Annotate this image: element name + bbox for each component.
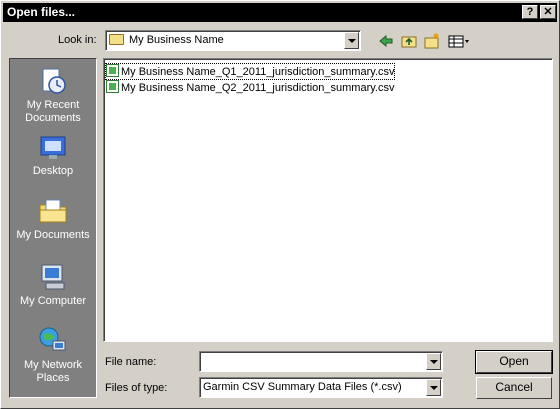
place-label: Documents [25,112,81,124]
my-documents-icon [39,199,67,223]
place-label: Places [36,372,70,384]
view-menu-icon[interactable] [447,32,471,50]
my-computer-icon [41,264,65,290]
places-bar: My Recent Documents Desktop My Documents [9,58,97,398]
close-button[interactable]: ✕ [540,5,556,19]
chevron-down-icon[interactable] [426,353,441,370]
desktop-icon [40,136,66,159]
file-name: My Business Name_Q2_2011_jurisdiction_su… [121,82,395,94]
recent-documents-icon [42,68,66,94]
look-in-value: My Business Name [129,34,224,46]
back-arrow-icon[interactable] [377,32,395,50]
files-of-type-label: Files of type: [105,382,168,394]
file-list[interactable]: My Business Name_Q1_2011_jurisdiction_su… [103,58,553,342]
place-my-documents[interactable]: My Documents [10,195,96,242]
title-bar: Open files... ? ✕ [3,3,557,22]
place-label: My Recent [26,99,80,111]
place-label: My Network [23,359,83,371]
files-of-type-value: Garmin CSV Summary Data Files (*.csv) [203,381,402,393]
look-in-label: Look in: [58,34,97,46]
csv-file-icon [106,80,119,93]
dialog-title: Open files... [7,5,76,19]
place-my-network-places[interactable]: My Network Places [10,325,96,385]
network-places-icon [39,327,66,351]
file-item[interactable]: My Business Name_Q2_2011_jurisdiction_su… [106,80,394,95]
place-label: My Documents [16,229,90,241]
place-label: Desktop [32,165,74,177]
up-folder-icon[interactable] [400,32,418,50]
place-my-computer[interactable]: My Computer [10,261,96,308]
place-desktop[interactable]: Desktop [10,131,96,178]
chevron-down-icon[interactable] [344,32,359,49]
new-folder-icon[interactable] [423,32,441,50]
file-name-field[interactable] [199,351,443,372]
csv-file-icon [106,64,119,77]
place-label: My Computer [19,295,87,307]
place-my-recent-documents[interactable]: My Recent Documents [10,65,96,125]
chevron-down-icon[interactable] [426,379,441,396]
file-name: My Business Name_Q1_2011_jurisdiction_su… [121,66,395,78]
help-button[interactable]: ? [522,5,538,19]
files-of-type-dropdown[interactable]: Garmin CSV Summary Data Files (*.csv) [199,377,443,398]
look-in-dropdown[interactable]: My Business Name [105,30,361,51]
file-name-label: File name: [105,356,157,368]
file-item[interactable]: My Business Name_Q1_2011_jurisdiction_su… [104,63,396,80]
open-button[interactable]: Open [475,350,553,374]
open-files-dialog: Open files... ? ✕ Look in: My Business N… [0,0,560,409]
folder-icon [109,34,124,45]
cancel-button[interactable]: Cancel [476,377,552,399]
